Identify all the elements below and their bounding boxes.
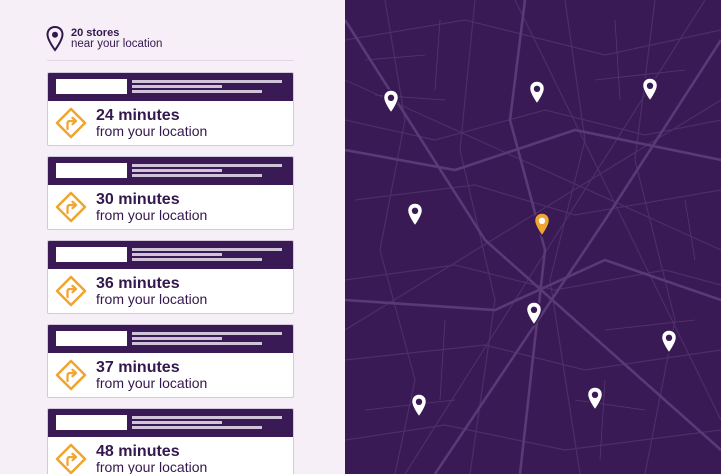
directions-icon[interactable] <box>55 191 87 223</box>
travel-time-caption: from your location <box>96 375 208 391</box>
store-address-placeholder <box>132 169 222 172</box>
store-address-placeholder <box>132 258 262 261</box>
store-marker[interactable] <box>528 80 546 106</box>
store-name-placeholder <box>56 247 127 262</box>
directions-icon[interactable] <box>55 443 87 474</box>
travel-time: 48 minutes <box>96 443 180 460</box>
store-card[interactable]: 24 minutes from your location <box>47 72 294 146</box>
divider <box>47 60 294 61</box>
store-card[interactable]: 48 minutes from your location <box>47 408 294 474</box>
travel-time-caption: from your location <box>96 459 208 474</box>
store-marker[interactable] <box>586 386 604 412</box>
store-card[interactable]: 37 minutes from your location <box>47 324 294 398</box>
store-address-placeholder <box>132 85 222 88</box>
travel-time-caption: from your location <box>96 291 208 307</box>
store-card-header <box>48 73 293 101</box>
store-address-placeholder <box>132 421 222 424</box>
store-marker[interactable] <box>641 77 659 103</box>
store-address-placeholder <box>132 342 262 345</box>
travel-time: 36 minutes <box>96 275 180 292</box>
store-name-placeholder <box>56 331 127 346</box>
store-card-header <box>48 157 293 185</box>
store-count-subtitle: near your location <box>71 38 163 50</box>
store-card-header <box>48 325 293 353</box>
store-name-placeholder <box>56 79 127 94</box>
directions-icon[interactable] <box>55 275 87 307</box>
store-card[interactable]: 36 minutes from your location <box>47 240 294 314</box>
store-address-placeholder <box>132 248 282 251</box>
store-name-placeholder <box>56 163 127 178</box>
store-name-placeholder <box>56 415 127 430</box>
store-marker[interactable] <box>406 202 424 228</box>
store-map[interactable] <box>345 0 721 474</box>
store-address-placeholder <box>132 174 262 177</box>
store-marker[interactable] <box>660 329 678 355</box>
travel-time-caption: from your location <box>96 123 208 139</box>
store-address-placeholder <box>132 164 282 167</box>
travel-time: 30 minutes <box>96 191 180 208</box>
location-pin-icon <box>46 26 64 52</box>
travel-time-caption: from your location <box>96 207 208 223</box>
store-address-placeholder <box>132 90 262 93</box>
store-address-placeholder <box>132 416 282 419</box>
store-address-placeholder <box>132 332 282 335</box>
travel-time: 24 minutes <box>96 107 180 124</box>
store-address-placeholder <box>132 253 222 256</box>
store-marker[interactable] <box>410 393 428 419</box>
directions-icon[interactable] <box>55 359 87 391</box>
store-address-placeholder <box>132 337 222 340</box>
store-address-placeholder <box>132 426 262 429</box>
store-card[interactable]: 30 minutes from your location <box>47 156 294 230</box>
directions-icon[interactable] <box>55 107 87 139</box>
store-list-panel: 20 stores near your location 24 minutes … <box>0 0 345 474</box>
store-marker[interactable] <box>525 301 543 327</box>
selected-store-marker[interactable] <box>533 212 551 238</box>
store-card-header <box>48 409 293 437</box>
store-marker[interactable] <box>382 89 400 115</box>
store-address-placeholder <box>132 80 282 83</box>
travel-time: 37 minutes <box>96 359 180 376</box>
store-card-header <box>48 241 293 269</box>
